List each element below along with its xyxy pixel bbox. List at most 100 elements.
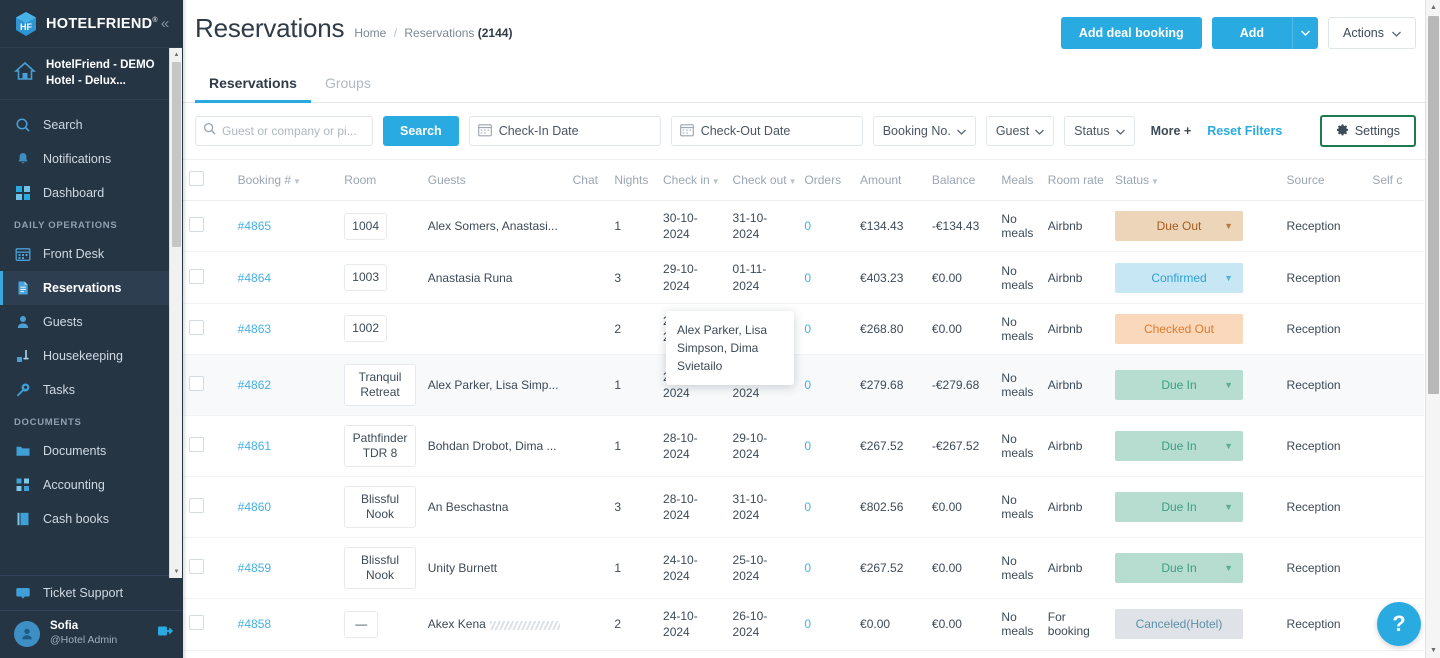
th-status[interactable]: Status ▼ — [1109, 160, 1281, 201]
status-filter[interactable]: Status — [1064, 116, 1135, 146]
table-row[interactable]: #4865 1004 Alex Somers, Anastasi... 1 30-10-… — [183, 200, 1424, 253]
status-badge[interactable]: Due Out ▼ — [1115, 211, 1243, 242]
booking-number-link[interactable]: #4860 — [238, 500, 271, 514]
sidebar-item-notifications[interactable]: Notifications — [0, 142, 183, 176]
row-checkbox[interactable] — [189, 615, 204, 631]
hotel-selector[interactable]: HotelFriend - DEMO Hotel - Delux... — [0, 48, 183, 101]
scroll-down-icon[interactable]: ▼ — [170, 565, 183, 578]
scroll-down-icon[interactable]: ▼ — [1426, 643, 1440, 658]
table-row[interactable]: #4859 Blissful Nook Unity Burnett 1 24-10- 20… — [183, 537, 1424, 600]
more-filters-button[interactable]: More + — [1145, 124, 1198, 138]
status-dropdown-caret-icon[interactable]: ▼ — [1224, 273, 1233, 283]
breadcrumb-home[interactable]: Home — [354, 26, 386, 40]
dashboard-icon — [14, 184, 32, 202]
sidebar-item-dashboard[interactable]: Dashboard — [0, 176, 183, 210]
sidebar-scrollbar[interactable]: ▲ ▼ — [169, 48, 182, 578]
status-badge[interactable]: Due In ▼ — [1115, 492, 1243, 523]
table-row[interactable]: #4860 Blissful Nook An Beschastna 3 28-10- 20… — [183, 476, 1424, 539]
chevron-double-left-icon[interactable]: « — [158, 14, 172, 33]
status-dropdown-caret-icon[interactable]: ▼ — [1224, 502, 1233, 512]
row-checkbox[interactable] — [189, 437, 204, 453]
sidebar-item-housekeeping[interactable]: Housekeeping — [0, 339, 183, 373]
sidebar-logo[interactable]: HF HOTELFRIEND® « — [0, 0, 183, 48]
sidebar-item-front-desk[interactable]: Front Desk — [0, 237, 183, 271]
status-badge[interactable]: Due In ▼ — [1115, 553, 1243, 584]
row-select-cell — [183, 303, 232, 356]
row-checkbox[interactable] — [189, 559, 204, 575]
booking-number-link[interactable]: #4858 — [238, 617, 271, 631]
status-badge[interactable]: Due In ▼ — [1115, 370, 1243, 401]
table-row[interactable]: #4863 1002 Alex Parker, Lisa Simpson, Dima… — [183, 303, 1424, 356]
sidebar-item-accounting[interactable]: Accounting — [0, 468, 183, 502]
th-checkout[interactable]: Check out ▼ — [726, 160, 799, 201]
select-all-checkbox[interactable] — [189, 171, 204, 186]
orders-value[interactable]: 0 — [804, 219, 811, 233]
table-row[interactable]: #4862 Tranquil Retreat Alex Parker, Lisa S… — [183, 354, 1424, 417]
status-dropdown-caret-icon[interactable]: ▼ — [1224, 441, 1233, 451]
row-checkbox[interactable] — [189, 217, 204, 233]
orders-value[interactable]: 0 — [804, 271, 811, 285]
booking-number-link[interactable]: #4859 — [238, 561, 271, 575]
orders-value[interactable]: 0 — [804, 561, 811, 575]
reset-filters-button[interactable]: Reset Filters — [1207, 124, 1282, 138]
sidebar-scrollbar-thumb[interactable] — [172, 62, 181, 247]
add-dropdown-caret-icon[interactable] — [1292, 17, 1318, 49]
status-badge[interactable]: Checked Out — [1115, 313, 1243, 344]
status-badge[interactable]: Due In ▼ — [1115, 431, 1243, 462]
sidebar-user[interactable]: Sofia @Hotel Admin — [0, 610, 183, 658]
add-deal-booking-button[interactable]: Add deal booking — [1060, 17, 1202, 49]
orders-value[interactable]: 0 — [804, 500, 811, 514]
booking-no-filter[interactable]: Booking No. — [872, 116, 976, 146]
status-dropdown-caret-icon[interactable]: ▼ — [1224, 563, 1233, 573]
sidebar-item-documents[interactable]: Documents — [0, 434, 183, 468]
table-row[interactable]: #4858 — Akex Kena 2 24-10- 2024 26-10- 2024 0 €0.… — [183, 598, 1424, 651]
row-checkbox[interactable] — [189, 498, 204, 514]
sidebar-item-cash-books[interactable]: Cash books — [0, 502, 183, 536]
booking-number-link[interactable]: #4862 — [238, 378, 271, 392]
scroll-up-icon[interactable]: ▲ — [1426, 0, 1440, 15]
status-dropdown-caret-icon[interactable]: ▼ — [1224, 221, 1233, 231]
booking-number-link[interactable]: #4861 — [238, 439, 271, 453]
orders-value[interactable]: 0 — [804, 322, 811, 336]
breadcrumb-reservations[interactable]: Reservations — [404, 26, 474, 40]
orders-value[interactable]: 0 — [804, 378, 811, 392]
sidebar-item-guests[interactable]: Guests — [0, 305, 183, 339]
tab-groups[interactable]: Groups — [311, 65, 385, 102]
add-button[interactable]: Add — [1211, 17, 1292, 49]
help-button[interactable]: ? — [1377, 602, 1421, 646]
status-badge[interactable]: Canceled(Hotel) — [1115, 609, 1243, 640]
th-checkin[interactable]: Check in ▼ — [657, 160, 727, 201]
orders-value[interactable]: 0 — [804, 439, 811, 453]
settings-button[interactable]: Settings — [1319, 115, 1416, 147]
logout-icon[interactable] — [157, 623, 174, 644]
status-badge[interactable]: Confirmed ▼ — [1115, 262, 1243, 293]
scroll-up-icon[interactable]: ▲ — [170, 48, 183, 61]
sidebar-item-reservations[interactable]: Reservations — [0, 271, 183, 306]
booking-number-link[interactable]: #4863 — [238, 322, 271, 336]
sidebar-item-ticket-support[interactable]: Ticket Support — [0, 576, 183, 610]
row-checkbox[interactable] — [189, 319, 204, 335]
row-checkbox[interactable] — [189, 376, 204, 392]
guest-filter[interactable]: Guest — [985, 116, 1055, 146]
row-checkbox[interactable] — [189, 268, 204, 284]
checkin-date-field[interactable]: Check-In Date — [468, 116, 661, 146]
page-scrollbar-thumb[interactable] — [1428, 16, 1439, 394]
status-dropdown-caret-icon[interactable]: ▼ — [1224, 380, 1233, 390]
checkin-cell: 28-10-2024 — [657, 415, 727, 478]
table-row[interactable]: #4864 1003 Anastasia Runa 3 29-10- 2024 01-11-… — [183, 251, 1424, 304]
sidebar-item-tasks[interactable]: Tasks — [0, 373, 183, 407]
room-cell: 1003 — [338, 251, 422, 304]
checkout-date-field[interactable]: Check-Out Date — [670, 116, 863, 146]
booking-number-cell: #4859 — [231, 537, 339, 600]
th-booking[interactable]: Booking # ▼ — [231, 160, 339, 201]
table-row[interactable]: #4861 Pathfinder TDR 8 Bohdan Drobot, Dima… — [183, 415, 1424, 478]
sidebar-item-search[interactable]: Search — [0, 108, 183, 142]
tab-reservations[interactable]: Reservations — [195, 65, 311, 103]
actions-button[interactable]: Actions — [1328, 17, 1416, 49]
search-input[interactable] — [195, 116, 373, 146]
page-scrollbar[interactable]: ▲ ▼ — [1425, 0, 1440, 658]
search-button[interactable]: Search — [383, 116, 459, 146]
orders-value[interactable]: 0 — [804, 617, 811, 631]
booking-number-link[interactable]: #4864 — [238, 271, 271, 285]
booking-number-link[interactable]: #4865 — [238, 219, 271, 233]
